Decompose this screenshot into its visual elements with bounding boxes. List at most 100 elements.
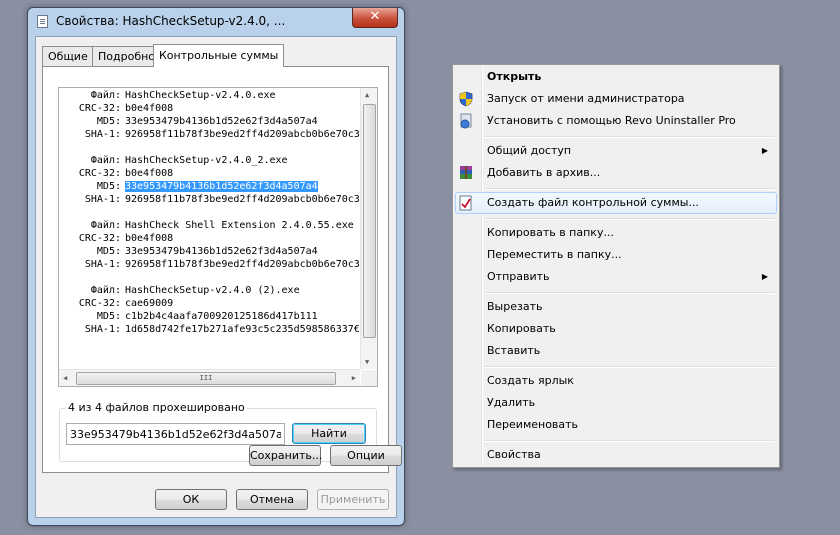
sha1-label: SHA-1:: [84, 129, 121, 140]
hash-group: Файл: HashCheck Shell Extension 2.4.0.55.…: [59, 219, 360, 271]
menu-item-create-shortcut[interactable]: Создать ярлык: [455, 370, 777, 392]
menu-item-label: Создать ярлык: [487, 374, 574, 387]
properties-dialog: Свойства: HashCheckSetup-v2.4.0, ... ✕ О…: [27, 7, 405, 526]
menu-separator: [484, 366, 775, 368]
crc32-value: b0e4f008: [125, 103, 174, 114]
options-button[interactable]: Опции: [330, 445, 402, 466]
crc32-label: CRC-32:: [78, 168, 121, 179]
close-button[interactable]: ✕: [352, 8, 398, 28]
checksum-icon: [459, 195, 472, 211]
hash-group: Файл: HashCheckSetup-v2.4.0 (2).exe CRC-3…: [59, 284, 360, 336]
menu-separator: [484, 440, 775, 442]
dialog-client: Общие Подробно Контрольные суммы Файл: Ha…: [35, 36, 402, 518]
submenu-arrow-icon: ▶: [761, 146, 768, 155]
hash-list: Файл: HashCheckSetup-v2.4.0.exe CRC-32: b0…: [59, 89, 360, 370]
sha1-label: SHA-1:: [84, 259, 121, 270]
menu-item-properties[interactable]: Свойства: [455, 444, 777, 466]
horizontal-scroll-thumb[interactable]: III: [76, 372, 336, 385]
scrollbar-corner: [361, 370, 377, 386]
properties-icon: [37, 15, 48, 28]
hash-search-input[interactable]: [66, 423, 285, 445]
menu-item-send-to[interactable]: Отправить ▶: [455, 266, 777, 288]
hash-results-box[interactable]: Файл: HashCheckSetup-v2.4.0.exe CRC-32: b0…: [58, 87, 378, 387]
menu-item-cut[interactable]: Вырезать: [455, 296, 777, 318]
md5-value: 33e953479b4136b1d52e62f3d4a507a4: [125, 246, 318, 257]
vertical-scroll-thumb[interactable]: [363, 104, 376, 338]
sha1-label: SHA-1:: [84, 194, 121, 205]
menu-item-copy[interactable]: Копировать: [455, 318, 777, 340]
menu-item-label: Добавить в архив...: [487, 166, 601, 179]
menu-item-label: Переименовать: [487, 418, 579, 431]
file-name: HashCheckSetup-v2.4.0.exe: [125, 90, 276, 101]
dialog-title: Свойства: HashCheckSetup-v2.4.0, ...: [56, 14, 286, 28]
crc32-value: b0e4f008: [125, 233, 174, 244]
uac-shield-icon: [459, 91, 473, 107]
winrar-icon: [460, 166, 472, 179]
md5-label: MD5:: [96, 181, 121, 192]
md5-label: MD5:: [96, 116, 121, 127]
menu-item-open[interactable]: Открыть: [455, 66, 777, 88]
menu-item-create-checksum[interactable]: Создать файл контрольной суммы...: [455, 192, 777, 214]
menu-item-label: Вырезать: [487, 300, 543, 313]
menu-item-move-to-folder[interactable]: Переместить в папку...: [455, 244, 777, 266]
apply-button[interactable]: Применить: [317, 489, 389, 510]
md5-label: MD5:: [96, 246, 121, 257]
menu-item-paste[interactable]: Вставить: [455, 340, 777, 362]
file-name: HashCheckSetup-v2.4.0 (2).exe: [125, 285, 300, 296]
menu-item-label: Общий доступ: [487, 144, 572, 157]
menu-item-label: Переместить в папку...: [487, 248, 622, 261]
menu-item-rename[interactable]: Переименовать: [455, 414, 777, 436]
menu-item-run-as-admin[interactable]: Запуск от имени администратора: [455, 88, 777, 110]
sha1-value: 1d658d742fe17b271afe93c5c235d598586337€: [125, 324, 360, 335]
horizontal-scrollbar[interactable]: ◀ III ▶: [59, 369, 360, 386]
menu-item-label: Запуск от имени администратора: [487, 92, 685, 105]
md5-value: 33e953479b4136b1d52e62f3d4a507a4: [125, 116, 318, 127]
menu-item-label: Отправить: [487, 270, 550, 283]
menu-item-share[interactable]: Общий доступ ▶: [455, 140, 777, 162]
menu-item-label: Установить с помощью Revo Uninstaller Pr…: [487, 114, 736, 127]
crc32-value: b0e4f008: [125, 168, 174, 179]
title-bar[interactable]: Свойства: HashCheckSetup-v2.4.0, ... ✕: [28, 8, 404, 36]
scroll-right-icon[interactable]: ▶: [352, 374, 356, 382]
menu-item-label: Открыть: [487, 70, 542, 83]
menu-separator: [484, 188, 775, 190]
menu-item-label: Копировать: [487, 322, 556, 335]
vertical-scrollbar[interactable]: ▲ ▼: [360, 88, 377, 369]
hash-group: Файл: HashCheckSetup-v2.4.0.exe CRC-32: b0…: [59, 89, 360, 141]
find-button[interactable]: Найти: [292, 423, 366, 444]
md5-value-selected[interactable]: 33e953479b4136b1d52e62f3d4a507a4: [125, 181, 318, 192]
file-label: Файл:: [90, 220, 121, 231]
file-name: HashCheck Shell Extension 2.4.0.55.exe: [125, 220, 354, 231]
menu-item-revo-install[interactable]: Установить с помощью Revo Uninstaller Pr…: [455, 110, 777, 132]
crc32-value: cae69009: [125, 298, 174, 309]
tab-checksums[interactable]: Контрольные суммы: [153, 44, 285, 67]
scroll-up-icon[interactable]: ▲: [365, 91, 369, 99]
sha1-value: 926958f11b78f3be9ed2ff4d209abcb0b6e70c3: [125, 129, 360, 140]
file-name: HashCheckSetup-v2.4.0_2.exe: [125, 155, 288, 166]
menu-item-label: Создать файл контрольной суммы...: [487, 196, 699, 209]
cancel-button[interactable]: Отмена: [236, 489, 308, 510]
ok-button[interactable]: ОК: [155, 489, 227, 510]
crc32-label: CRC-32:: [78, 233, 121, 244]
tab-general[interactable]: Общие: [42, 46, 94, 66]
hash-group: Файл: HashCheckSetup-v2.4.0_2.exe CRC-32:…: [59, 154, 360, 206]
save-button[interactable]: Сохранить...: [249, 445, 322, 466]
menu-item-copy-to-folder[interactable]: Копировать в папку...: [455, 222, 777, 244]
menu-item-delete[interactable]: Удалить: [455, 392, 777, 414]
scroll-left-icon[interactable]: ◀: [63, 374, 67, 382]
sha1-value: 926958f11b78f3be9ed2ff4d209abcb0b6e70c3: [125, 194, 360, 205]
menu-separator: [484, 218, 775, 220]
menu-item-add-to-archive[interactable]: Добавить в архив...: [455, 162, 777, 184]
revo-uninstaller-icon: [460, 113, 472, 129]
file-label: Файл:: [90, 285, 121, 296]
sha1-value: 926958f11b78f3be9ed2ff4d209abcb0b6e70c3: [125, 259, 360, 270]
md5-value: c1b2b4c4aafa700920125186d417b111: [125, 311, 318, 322]
menu-item-label: Копировать в папку...: [487, 226, 614, 239]
submenu-arrow-icon: ▶: [761, 272, 768, 281]
scroll-down-icon[interactable]: ▼: [365, 358, 369, 366]
tab-details[interactable]: Подробно: [92, 46, 162, 66]
context-menu: Открыть Запуск от имени администратора У…: [452, 64, 780, 468]
crc32-label: CRC-32:: [78, 103, 121, 114]
menu-item-label: Удалить: [487, 396, 536, 409]
hashed-count-label: 4 из 4 файлов прохеширова­но: [66, 401, 247, 414]
